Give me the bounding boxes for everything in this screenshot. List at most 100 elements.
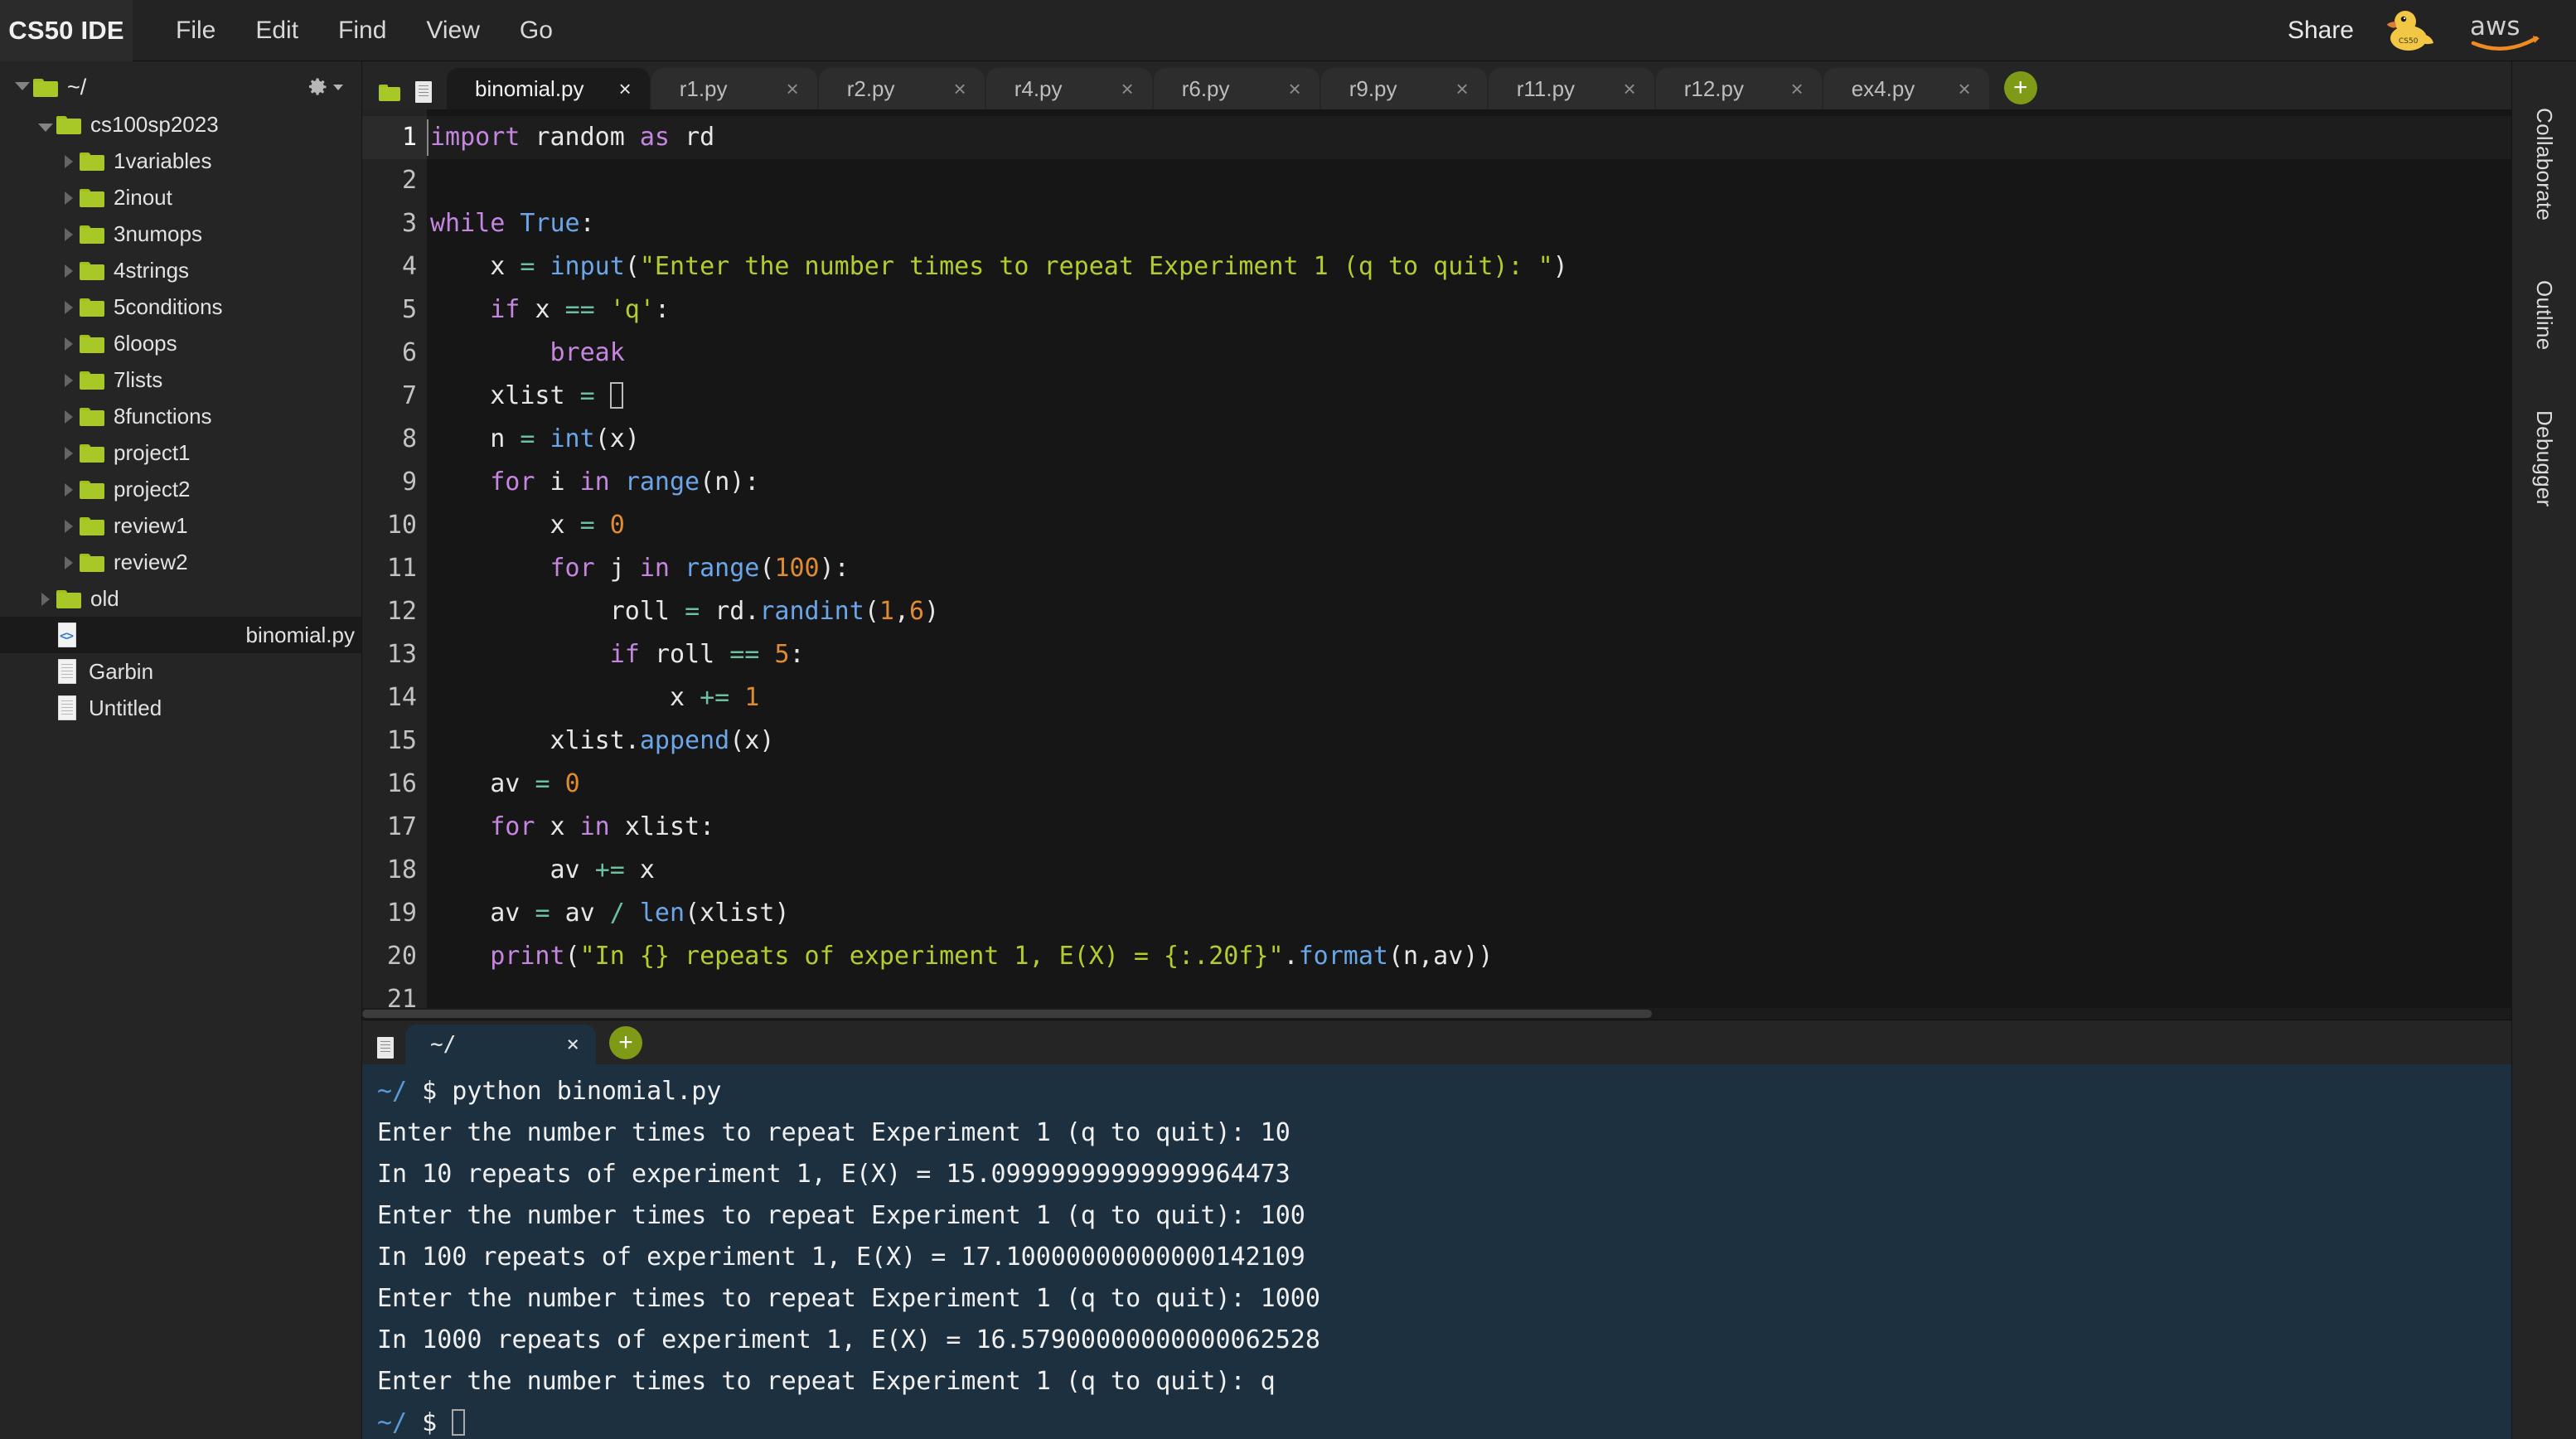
tree-expand-caret[interactable] [58,440,80,466]
close-icon[interactable]: × [533,1032,579,1057]
tree-expand-caret[interactable] [58,477,80,502]
close-icon[interactable]: × [1624,78,1636,99]
editor-tab-r9-py[interactable]: r9.py × [1320,68,1487,109]
editor-tab-label: binomial.py [475,75,584,101]
tree-expand-caret[interactable] [35,112,56,138]
terminal-line: ~/ $ [377,1403,2511,1439]
tree-expand-caret[interactable] [58,550,80,575]
file-tree-item-5conditions[interactable]: 5conditions [0,288,361,325]
folder-icon [80,224,104,244]
scrollbar-thumb[interactable] [362,1010,1652,1018]
file-tree-item-review2[interactable]: review2 [0,544,361,580]
folder-icon [33,77,58,97]
folder-icon [80,370,104,390]
editor-tab-r6-py[interactable]: r6.py × [1153,68,1319,109]
tree-expand-caret-root[interactable] [12,80,33,94]
editor-horizontal-scrollbar[interactable] [362,1008,2511,1020]
close-icon[interactable]: × [1959,78,1971,99]
tree-expand-caret[interactable] [58,221,80,247]
chevron-right-icon [65,154,73,168]
file-tree-item-label: 8functions [114,403,212,429]
menu-item-find[interactable]: Find [318,0,406,61]
file-tree-item-3numops[interactable]: 3numops [0,216,361,252]
code-line: n = int(x) [490,424,640,453]
editor-tab-label: r2.py [846,75,895,101]
editor-tab-r12-py[interactable]: r12.py × [1655,68,1822,109]
close-icon[interactable]: × [1289,78,1301,99]
line-number: 6 [401,338,417,367]
close-icon[interactable]: × [954,78,966,99]
file-tree-item-7lists[interactable]: 7lists [0,361,361,398]
close-icon[interactable]: × [1121,78,1134,99]
file-tree-item-untitled[interactable]: Untitled [0,690,361,726]
file-tree-item-1variables[interactable]: 1variables [0,143,361,179]
file-tree-root-row[interactable]: ~/ [0,68,361,106]
code-line: x += 1 [669,683,760,712]
file-tree-item-garbin[interactable]: Garbin [0,653,361,690]
gear-icon[interactable] [306,75,353,99]
file-tree-item-old[interactable]: old [0,580,361,617]
close-icon[interactable]: × [787,78,799,99]
tree-expand-caret[interactable] [58,148,80,174]
file-tree-item-project2[interactable]: project2 [0,471,361,507]
tree-expand-caret[interactable] [58,185,80,211]
file-tree-item-2inout[interactable]: 2inout [0,179,361,216]
workspace: ~/ cs100sp2023 1variables 2inout 3numops 4st… [0,61,2576,1439]
code-content[interactable]: import random as rd while True: x = inpu… [427,109,2511,1008]
terminal-line: In 100 repeats of experiment 1, E(X) = 1… [377,1237,2511,1278]
editor-tab-r1-py[interactable]: r1.py × [651,68,817,109]
file-tree-item-4strings[interactable]: 4strings [0,252,361,288]
code-brackets: <> [60,628,74,643]
menu-item-view[interactable]: View [406,0,499,61]
app-brand[interactable]: CS50 IDE [0,0,133,61]
rail-item-outline[interactable]: Outline [2531,259,2557,388]
folder-icon [80,443,104,463]
editor-tab-bar: binomial.py × r1.py × r2.py × r4.py × r6.py × r9.p… [362,61,2511,109]
close-icon[interactable]: × [1791,78,1804,99]
terminal-output-text: In 10 repeats of experiment 1, E(X) = 15… [377,1160,1290,1189]
file-tree-item-label: review1 [114,512,188,538]
file-tree-item-label: project2 [114,476,191,501]
file-tree-item-6loops[interactable]: 6loops [0,325,361,361]
share-button[interactable]: Share [2263,17,2379,45]
file-icon [56,695,78,720]
file-tree-item-project1[interactable]: project1 [0,434,361,471]
file-tree-item-binomial-py[interactable]: <> binomial.py [0,617,361,653]
editor-tab-r4-py[interactable]: r4.py × [985,68,1152,109]
menu-item-file[interactable]: File [156,0,235,61]
close-icon[interactable]: × [619,78,632,99]
document-list-icon[interactable] [415,81,433,103]
new-terminal-button[interactable]: + [609,1026,642,1059]
editor-tab-ex4-py[interactable]: ex4.py × [1823,68,1989,109]
file-tree-item-8functions[interactable]: 8functions [0,398,361,434]
new-tab-button[interactable]: + [2003,71,2037,104]
file-tree-item-review1[interactable]: review1 [0,507,361,544]
rail-item-debugger[interactable]: Debugger [2531,389,2557,545]
folder-toggle-icon[interactable] [379,84,400,101]
close-icon[interactable]: × [1456,78,1469,99]
editor-tab-r11-py[interactable]: r11.py × [1488,68,1654,109]
file-tree-item-cs100sp2023[interactable]: cs100sp2023 [0,106,361,143]
line-number: 5 [401,295,417,324]
editor-tab-binomial-py[interactable]: binomial.py × [447,68,650,109]
terminal-prompt-path: ~/ [377,1077,408,1106]
code-editor[interactable]: 1 2 3 4 5 6 7 8 9 10 11 12 13 14 15 16 17 18 19 20 21 import… [362,109,2511,1008]
terminal-list-icon[interactable] [377,1037,395,1059]
terminal-output[interactable]: ~/ $ python binomial.py Enter the number … [362,1064,2511,1439]
editor-tab-r2-py[interactable]: r2.py × [818,68,985,109]
terminal-tab-home[interactable]: ~/ × [405,1025,596,1064]
rail-item-collaborate[interactable]: Collaborate [2531,86,2557,259]
tree-expand-caret[interactable] [58,331,80,356]
menu-item-edit[interactable]: Edit [235,0,318,61]
line-number: 7 [401,381,417,410]
tree-expand-caret[interactable] [58,258,80,283]
tree-expand-caret[interactable] [58,513,80,539]
terminal-prompt-symbol: $ [407,1408,438,1437]
folder-icon [80,552,104,572]
chevron-right-icon [65,264,73,278]
tree-expand-caret[interactable] [58,294,80,320]
tree-expand-caret[interactable] [58,404,80,429]
tree-expand-caret[interactable] [35,586,56,612]
menu-item-go[interactable]: Go [500,0,573,61]
tree-expand-caret[interactable] [58,367,80,393]
